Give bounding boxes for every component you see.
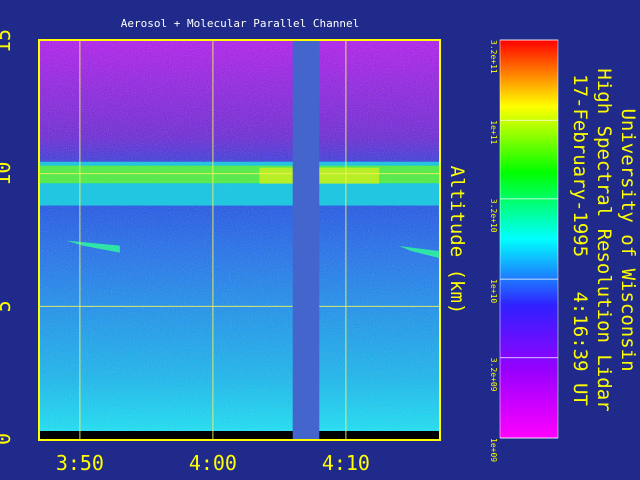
colorbar-tick-label: 3.2e+10	[489, 199, 498, 233]
institution-label: University of Wisconsin	[617, 108, 639, 371]
x-tick-label: 4:10	[322, 451, 370, 475]
colorbar-tick-label: 3.2e+09	[489, 358, 498, 392]
y-tick-label: 15	[0, 29, 15, 53]
colorbar-tick-label: 1e+09	[489, 438, 498, 462]
lidar-figure: Aerosol + Molecular Parallel Channel 3:5…	[0, 17, 639, 475]
colorbar	[499, 39, 559, 439]
surface-band	[40, 431, 439, 439]
plot-area	[40, 41, 439, 439]
y-tick-label: 5	[0, 300, 15, 312]
y-tick-label: 0	[0, 433, 15, 445]
colorbar-tick-label: 1e+10	[489, 279, 498, 303]
y-axis-label: Altitude (km)	[446, 166, 468, 315]
y-axis-ticks: 0 5 10 15	[0, 29, 15, 445]
instrument-label: High Spectral Resolution Lidar	[593, 68, 615, 411]
chart-title: Aerosol + Molecular Parallel Channel	[121, 17, 359, 30]
instrument-info: University of Wisconsin High Spectral Re…	[569, 68, 639, 411]
colorbar-tick-label: 3.2e+11	[489, 40, 498, 74]
x-axis-ticks: 3:50 4:00 4:10	[56, 451, 370, 475]
data-gap-band	[292, 41, 320, 439]
y-tick-label: 10	[0, 162, 15, 186]
x-tick-label: 3:50	[56, 451, 104, 475]
x-tick-label: 4:00	[189, 451, 237, 475]
colorbar-tick-label: 1e+11	[489, 120, 498, 144]
cirrus-layer	[40, 161, 439, 206]
timestamp-label: 17-February-1995 4:16:39 UT	[569, 74, 591, 406]
backscatter-noise	[40, 41, 439, 439]
